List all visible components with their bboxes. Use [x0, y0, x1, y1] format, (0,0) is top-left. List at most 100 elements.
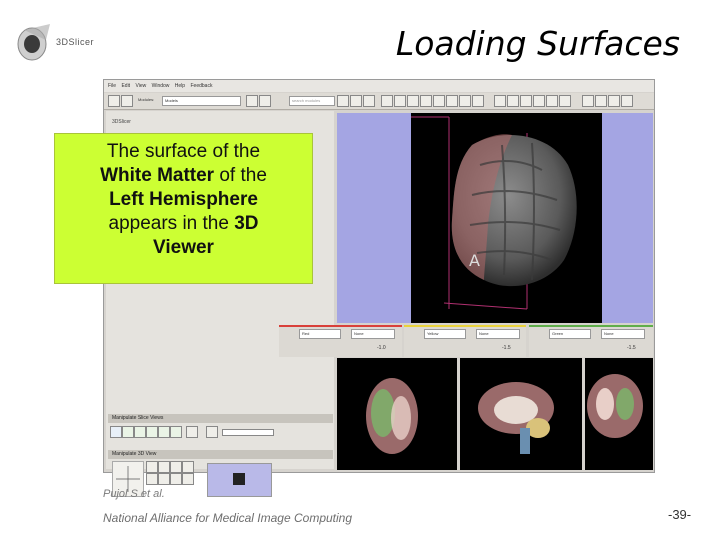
- 3d-ctrl-button-5[interactable]: [146, 473, 158, 485]
- mouse-mode-button-6[interactable]: [559, 95, 571, 107]
- menu-edit[interactable]: Edit: [121, 83, 130, 89]
- yellow-slice-offset: -1.5: [502, 345, 511, 351]
- slice-ctrl-button-7[interactable]: [186, 426, 198, 438]
- yellow-slice-orientation[interactable]: Yellow: [424, 329, 466, 339]
- green-slice-header: Green None -1.5: [529, 325, 653, 357]
- axial-brain-slice: [366, 378, 418, 454]
- 3d-ctrl-button-3[interactable]: [170, 461, 182, 473]
- green-slice-offset: -1.5: [627, 345, 636, 351]
- callout-line-1: The surface of the: [106, 141, 261, 162]
- menu-bar: File Edit View Window Help Feedback: [104, 80, 654, 92]
- green-slice-orientation[interactable]: Green: [549, 329, 591, 339]
- 3d-thumbnail[interactable]: [207, 463, 272, 497]
- menu-view[interactable]: View: [135, 83, 146, 89]
- callout-line-3: Left Hemisphere: [55, 188, 312, 212]
- tool-button-3[interactable]: [363, 95, 375, 107]
- tool-button-1[interactable]: [337, 95, 349, 107]
- layout-button-5[interactable]: [433, 95, 445, 107]
- 3d-ctrl-button-1[interactable]: [146, 461, 158, 473]
- mouse-mode-button-1[interactable]: [494, 95, 506, 107]
- green-slice-view[interactable]: [585, 358, 653, 470]
- callout-viewer: Viewer: [153, 237, 214, 258]
- red-slice-offset: -1.0: [377, 345, 386, 351]
- slice-ctrl-button-5[interactable]: [158, 426, 170, 438]
- modules-label: Modules:: [138, 97, 155, 102]
- search-modules-input[interactable]: search modules: [289, 96, 335, 106]
- yellow-slice-view[interactable]: [460, 358, 582, 470]
- layout-button-6[interactable]: [446, 95, 458, 107]
- extra-button[interactable]: [621, 95, 633, 107]
- tool-button-2[interactable]: [350, 95, 362, 107]
- callout-line-5: Viewer: [55, 236, 312, 260]
- mouse-mode-button-2[interactable]: [507, 95, 519, 107]
- slice-ctrl-button-6[interactable]: [170, 426, 182, 438]
- green-slice-bar: [529, 325, 653, 327]
- panel-logo: 3DSlicer: [112, 119, 131, 125]
- 3d-viewer[interactable]: A L: [337, 113, 653, 323]
- menu-window[interactable]: Window: [152, 83, 170, 89]
- yellow-slice-volume[interactable]: None: [476, 329, 520, 339]
- slice-ctrl-button-2[interactable]: [122, 426, 134, 438]
- next-module-button[interactable]: [259, 95, 271, 107]
- 3d-ctrl-button-6[interactable]: [158, 473, 170, 485]
- callout-left-hemisphere: Left Hemisphere: [109, 189, 258, 210]
- yellow-slice-header: Yellow None -1.5: [404, 325, 526, 357]
- layout-button-7[interactable]: [459, 95, 471, 107]
- menu-feedback[interactable]: Feedback: [190, 83, 212, 89]
- settings-button[interactable]: [582, 95, 594, 107]
- manipulate-slice-views-header[interactable]: Manipulate Slice Views: [108, 414, 333, 423]
- thumbnail-brain-icon: [233, 473, 245, 485]
- help-button[interactable]: [595, 95, 607, 107]
- callout-line-4: appears in the 3D: [55, 212, 312, 236]
- layout-button-8[interactable]: [472, 95, 484, 107]
- callout-white-matter: White Matter: [100, 165, 215, 186]
- red-slice-view[interactable]: [337, 358, 457, 470]
- white-matter-surface: [451, 134, 577, 287]
- callout-3d: 3D: [234, 213, 259, 234]
- red-slice-header: Red None -1.0: [279, 325, 402, 357]
- mouse-mode-button-3[interactable]: [520, 95, 532, 107]
- callout-appears: appears in the: [108, 213, 235, 234]
- slice-controls-row: [110, 424, 280, 438]
- coronal-brain-slice: [587, 374, 643, 438]
- slice-opacity-slider[interactable]: [222, 429, 274, 436]
- slice-ctrl-button-8[interactable]: [206, 426, 218, 438]
- yellow-slice-bar: [404, 325, 526, 327]
- 3d-ctrl-button-7[interactable]: [170, 473, 182, 485]
- mouse-mode-button-5[interactable]: [546, 95, 558, 107]
- logo-text: 3DSlicer: [56, 37, 95, 47]
- mouse-mode-button-4[interactable]: [533, 95, 545, 107]
- slice-ctrl-button-1[interactable]: [110, 426, 122, 438]
- sagittal-brain-slice: [478, 382, 554, 454]
- menu-file[interactable]: File: [108, 83, 116, 89]
- red-slice-bar: [279, 325, 402, 327]
- manipulate-3d-view-header[interactable]: Manipulate 3D View: [108, 450, 333, 459]
- slice-ctrl-button-4[interactable]: [146, 426, 158, 438]
- load-scene-button[interactable]: [108, 95, 120, 107]
- orientation-label-anterior: A: [469, 251, 480, 270]
- green-slice-volume[interactable]: None: [601, 329, 645, 339]
- save-button[interactable]: [121, 95, 133, 107]
- layout-button-4[interactable]: [420, 95, 432, 107]
- 3d-ctrl-button-8[interactable]: [182, 473, 194, 485]
- red-slice-orientation[interactable]: Red: [299, 329, 341, 339]
- footer-organization: National Alliance for Medical Image Comp…: [103, 511, 353, 525]
- footer-author: Pujol S et al.: [103, 488, 165, 500]
- toolbar: Modules: Models search modules: [104, 93, 654, 110]
- prev-module-button[interactable]: [246, 95, 258, 107]
- 3d-ctrl-button-4[interactable]: [182, 461, 194, 473]
- menu-help[interactable]: Help: [175, 83, 185, 89]
- page-number: -39-: [668, 507, 692, 522]
- 3d-ctrl-button-2[interactable]: [158, 461, 170, 473]
- slice-ctrl-button-3[interactable]: [134, 426, 146, 438]
- slide-title: Loading Surfaces: [395, 24, 680, 63]
- module-select[interactable]: Models: [162, 96, 241, 106]
- callout-line-2: White Matter of the: [55, 164, 312, 188]
- callout-box: The surface of the White Matter of the L…: [54, 133, 313, 284]
- layout-button-3[interactable]: [407, 95, 419, 107]
- red-slice-volume[interactable]: None: [351, 329, 395, 339]
- layout-button-1[interactable]: [381, 95, 393, 107]
- callout-of-the: of the: [214, 165, 267, 186]
- layout-button-2[interactable]: [394, 95, 406, 107]
- info-button[interactable]: [608, 95, 620, 107]
